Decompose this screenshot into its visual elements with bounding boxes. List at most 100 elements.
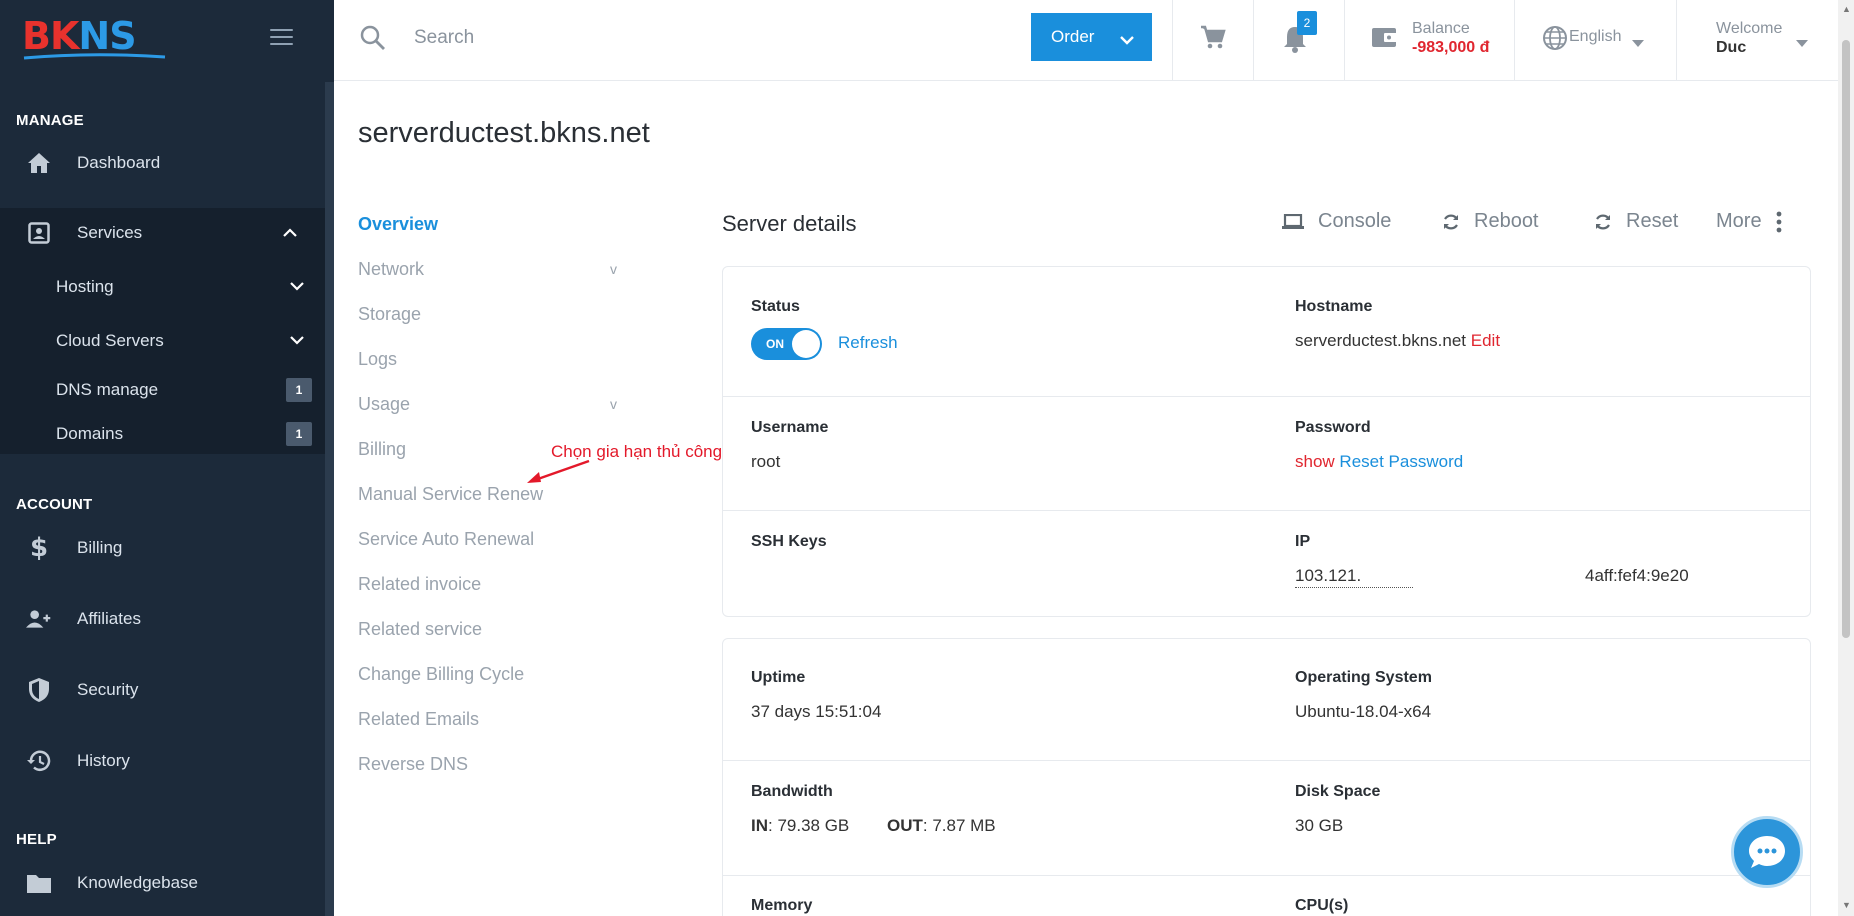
sidebar-item-dashboard[interactable]: Dashboard: [0, 133, 325, 193]
reset-button[interactable]: Reset: [1594, 210, 1678, 233]
sidebar-item-dns-manage[interactable]: DNS manage 1: [0, 368, 325, 412]
page-title: serverductest.bkns.net: [358, 117, 650, 149]
sidebar-label-affiliates: Affiliates: [77, 609, 141, 628]
username-value: root: [751, 452, 781, 471]
sidebar-item-security[interactable]: Security: [0, 660, 325, 720]
bw-in-value: : 79.38 GB: [768, 816, 850, 835]
welcome-label: Welcome: [1716, 20, 1783, 37]
disk-space-label: Disk Space: [1295, 783, 1381, 800]
sidebar-item-billing[interactable]: $ Billing: [0, 518, 325, 578]
domains-count-badge: 1: [286, 422, 312, 446]
shield-icon: [26, 677, 52, 703]
memory-label: Memory: [751, 897, 813, 914]
subnav-reverse-dns[interactable]: Reverse DNS: [358, 754, 468, 775]
sidebar-item-affiliates[interactable]: Affiliates: [0, 589, 325, 649]
sidebar-label-hosting: Hosting: [56, 277, 114, 296]
chevron-down-icon[interactable]: v: [610, 396, 617, 412]
topbar-divider: [1172, 0, 1173, 81]
hostname-value: serverductest.bkns.net Edit: [1295, 331, 1500, 351]
sidebar-label-security: Security: [77, 680, 139, 699]
sidebar-item-services[interactable]: Services: [0, 208, 325, 258]
user-name[interactable]: Duc: [1716, 39, 1746, 57]
edit-hostname-link[interactable]: Edit: [1471, 331, 1500, 350]
topbar-divider: [1253, 0, 1254, 81]
reset-password-link[interactable]: Reset Password: [1339, 452, 1463, 471]
help-section-title: HELP: [16, 831, 57, 848]
topbar-divider: [1676, 0, 1677, 81]
folder-icon: [26, 870, 52, 896]
sidebar-label-dns-manage: DNS manage: [56, 380, 159, 399]
bandwidth-label: Bandwidth: [751, 783, 833, 800]
order-button[interactable]: Order: [1031, 13, 1152, 61]
ip-label: IP: [1295, 533, 1311, 550]
subnav-billing[interactable]: Billing: [358, 439, 406, 460]
subnav-logs[interactable]: Logs: [358, 349, 397, 370]
chevron-down-icon: [290, 278, 304, 296]
subnav-related-emails[interactable]: Related Emails: [358, 709, 479, 730]
logo-swoosh-icon: [23, 53, 166, 60]
status-toggle[interactable]: ON: [751, 328, 822, 360]
reboot-button[interactable]: Reboot: [1442, 210, 1539, 233]
language-selector[interactable]: English: [1569, 28, 1621, 46]
refresh-link[interactable]: Refresh: [838, 333, 898, 353]
sidebar-item-knowledgebase[interactable]: Knowledgebase: [0, 853, 325, 913]
server-info-card: [722, 266, 1811, 617]
toggle-knob: [792, 330, 820, 358]
account-section-title: ACCOUNT: [16, 496, 93, 513]
chevron-down-icon: [1120, 30, 1134, 50]
row-divider: [722, 760, 1811, 761]
subnav-network[interactable]: Network: [358, 259, 424, 280]
topbar-divider: [1514, 0, 1515, 81]
sidebar-item-hosting[interactable]: Hosting: [0, 265, 325, 309]
password-actions: show Reset Password: [1295, 452, 1463, 472]
subnav-overview[interactable]: Overview: [358, 214, 438, 235]
subnav-related-service[interactable]: Related service: [358, 619, 482, 640]
ssh-keys-label: SSH Keys: [751, 533, 827, 550]
sidebar-label-dashboard: Dashboard: [77, 153, 161, 172]
scroll-down-icon[interactable]: ▼: [1842, 900, 1851, 910]
notification-badge: 2: [1297, 11, 1317, 35]
menu-toggle-icon[interactable]: [270, 29, 293, 47]
sidebar-item-cloud-servers[interactable]: Cloud Servers: [0, 319, 325, 363]
chat-bubble-icon: [1749, 836, 1785, 868]
more-button[interactable]: More: [1716, 210, 1796, 233]
subnav-usage[interactable]: Usage: [358, 394, 410, 415]
contact-card-icon: [26, 220, 52, 246]
subnav-manual-service-renew[interactable]: Manual Service Renew: [358, 484, 543, 505]
search-input[interactable]: [414, 22, 914, 54]
page-scrollbar[interactable]: ▲ ▼: [1838, 0, 1854, 916]
caret-down-icon[interactable]: [1632, 34, 1644, 52]
uptime-label: Uptime: [751, 669, 806, 686]
bw-out-value: : 7.87 MB: [922, 816, 996, 835]
dns-count-badge: 1: [286, 378, 312, 402]
refresh-icon: [1596, 214, 1610, 229]
balance-value: -983,000 đ: [1412, 39, 1490, 56]
os-label: Operating System: [1295, 669, 1432, 686]
sidebar-item-history[interactable]: History: [0, 731, 325, 791]
reset-label: Reset: [1626, 210, 1679, 232]
caret-down-icon[interactable]: [1796, 34, 1808, 52]
hostname-text: serverductest.bkns.net: [1295, 331, 1467, 350]
cart-icon[interactable]: [1200, 24, 1226, 55]
subnav-storage[interactable]: Storage: [358, 304, 421, 325]
brand-logo[interactable]: BKNS: [22, 14, 166, 60]
search-icon[interactable]: [360, 25, 386, 56]
scroll-up-icon[interactable]: ▲: [1842, 4, 1851, 14]
show-password-link[interactable]: show: [1295, 452, 1335, 471]
wallet-icon: [1371, 25, 1399, 54]
chevron-down-icon[interactable]: v: [610, 261, 617, 277]
console-button[interactable]: Console: [1282, 210, 1391, 233]
globe-icon[interactable]: [1542, 25, 1568, 56]
chat-button[interactable]: [1731, 816, 1803, 888]
sidebar-item-domains[interactable]: Domains 1: [0, 412, 325, 456]
subnav-related-invoice[interactable]: Related invoice: [358, 574, 481, 595]
ipv4-value[interactable]: 103.121.: [1295, 566, 1413, 588]
sidebar-label-domains: Domains: [56, 424, 124, 443]
subnav-service-auto-renewal[interactable]: Service Auto Renewal: [358, 529, 534, 550]
subnav-change-billing-cycle[interactable]: Change Billing Cycle: [358, 664, 524, 685]
sidebar-scrollbar[interactable]: [325, 82, 334, 916]
password-label: Password: [1295, 419, 1371, 436]
more-label: More: [1716, 210, 1762, 232]
scrollbar-thumb[interactable]: [1842, 40, 1850, 638]
disk-space-value: 30 GB: [1295, 816, 1344, 835]
